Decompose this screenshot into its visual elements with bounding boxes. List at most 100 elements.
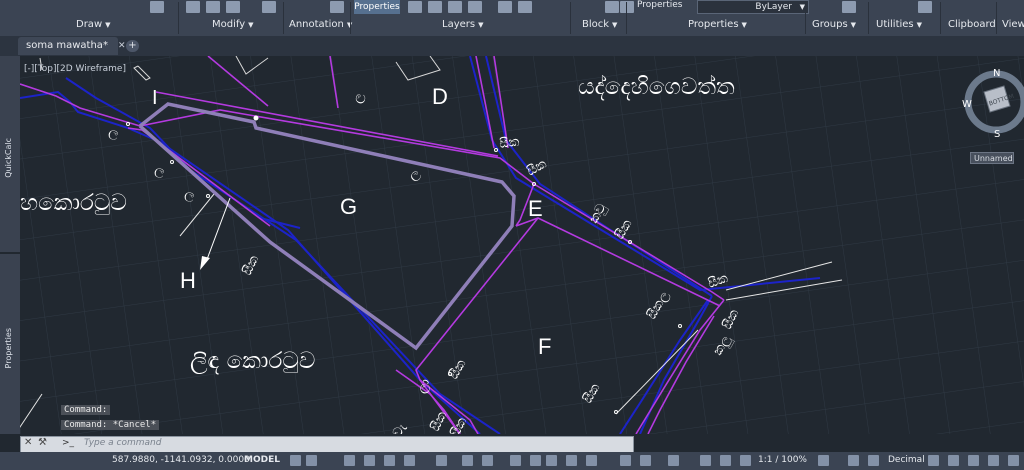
panel-label: Modify bbox=[212, 19, 246, 30]
parcel-letter: G bbox=[340, 194, 357, 219]
ribbon-icon-row bbox=[0, 0, 1024, 16]
document-tab[interactable]: soma mawatha* ✕ bbox=[18, 37, 126, 55]
model-space-button[interactable]: MODEL bbox=[244, 455, 280, 465]
panel-layers[interactable]: Layers ▼ bbox=[442, 19, 483, 30]
calculator-icon[interactable] bbox=[918, 1, 932, 13]
ribbon-divider bbox=[996, 2, 997, 34]
annotation-left: හකොරටුව bbox=[20, 190, 127, 216]
dynamic-ucs-icon[interactable] bbox=[586, 455, 597, 466]
ribbon-divider bbox=[626, 2, 627, 34]
selection-cycling-icon[interactable] bbox=[546, 455, 557, 466]
panel-annotation[interactable]: Annotation▼ bbox=[289, 19, 352, 30]
annotation-monitor-icon[interactable] bbox=[700, 455, 711, 466]
panel-properties[interactable]: Properties ▼ bbox=[688, 19, 747, 30]
drawing-canvas[interactable]: D E F G H I යද්දෙහිගෙවත්ත හකොරටුව ලිඳ කො… bbox=[20, 56, 1024, 434]
panel-utilities[interactable]: Utilities ▼ bbox=[876, 19, 922, 30]
panel-clipboard[interactable]: Clipboard bbox=[948, 19, 996, 30]
table-icon[interactable] bbox=[330, 1, 344, 13]
compass-north: N bbox=[993, 68, 1000, 79]
properties-palette-label: Properties bbox=[4, 328, 13, 369]
layer-off-icon[interactable] bbox=[408, 1, 422, 13]
drawing-svg[interactable]: D E F G H I යද්දෙහිගෙවත්ත හකොරටුව ලිඳ කො… bbox=[20, 56, 1024, 434]
command-prompt-icon: >_ bbox=[62, 438, 75, 448]
panel-modify[interactable]: Modify ▼ bbox=[212, 19, 254, 30]
text-icon[interactable] bbox=[262, 1, 276, 13]
object-snap-tracking-icon[interactable] bbox=[462, 455, 473, 466]
transparency-icon[interactable] bbox=[530, 455, 541, 466]
quick-properties-icon[interactable] bbox=[948, 455, 959, 466]
layer-lock-icon[interactable] bbox=[448, 1, 462, 13]
select-icon[interactable] bbox=[842, 1, 856, 13]
annotation-scale-icon[interactable] bbox=[740, 455, 751, 466]
grid-icon[interactable] bbox=[290, 455, 301, 466]
annotation-top-right: යද්දෙහිගෙවත්ත bbox=[578, 74, 735, 100]
snap-icon[interactable] bbox=[306, 455, 317, 466]
lock-ui-icon[interactable] bbox=[968, 455, 979, 466]
layer-properties-button[interactable]: Properties bbox=[354, 0, 400, 14]
linetype-value: ByLayer bbox=[755, 2, 792, 12]
parcel-letter: H bbox=[180, 268, 196, 293]
panel-draw[interactable]: Draw ▼ bbox=[76, 19, 111, 30]
3d-osnap-icon[interactable] bbox=[566, 455, 577, 466]
hardware-acceleration-icon[interactable] bbox=[868, 455, 879, 466]
layer-uniso-icon[interactable] bbox=[518, 1, 532, 13]
viewport-controls[interactable]: [-][Top][2D Wireframe] bbox=[24, 64, 126, 74]
rectangle-icon[interactable] bbox=[150, 1, 164, 13]
layer-iso-icon[interactable] bbox=[498, 1, 512, 13]
linetype-dropdown[interactable]: ByLayer ▼ bbox=[697, 0, 809, 14]
quickcalc-palette[interactable]: QuickCalc bbox=[0, 56, 21, 252]
compass-south: S bbox=[994, 129, 1000, 140]
copy-icon[interactable] bbox=[206, 1, 220, 13]
move-icon[interactable] bbox=[186, 1, 200, 13]
panel-groups[interactable]: Groups ▼ bbox=[812, 19, 856, 30]
annotation-label: සීක bbox=[498, 134, 520, 152]
match-properties-icon[interactable] bbox=[620, 1, 634, 13]
wrench-icon[interactable]: ⚒ bbox=[38, 437, 47, 448]
polar-icon[interactable] bbox=[404, 455, 415, 466]
grid-overlay bbox=[20, 56, 1024, 434]
isodraft-icon[interactable] bbox=[436, 455, 447, 466]
properties-palette[interactable]: Properties bbox=[0, 254, 21, 434]
ribbon-divider bbox=[805, 2, 806, 34]
chevron-down-icon[interactable] bbox=[928, 455, 939, 466]
gear-icon[interactable] bbox=[818, 455, 829, 466]
chevron-down-icon: ▼ bbox=[612, 21, 618, 29]
properties-label: Properties bbox=[637, 0, 683, 10]
layer-match-icon[interactable] bbox=[468, 1, 482, 13]
ortho-icon[interactable] bbox=[384, 455, 395, 466]
panel-block[interactable]: Block ▼ bbox=[582, 19, 617, 30]
panel-label: Utilities bbox=[876, 19, 914, 30]
lineweight-icon[interactable] bbox=[510, 455, 521, 466]
ribbon-divider bbox=[570, 2, 571, 34]
object-snap-icon[interactable] bbox=[482, 455, 493, 466]
panel-label: Annotation bbox=[289, 19, 344, 30]
quickcalc-label: QuickCalc bbox=[4, 138, 13, 178]
command-input[interactable]: Type a command bbox=[84, 438, 161, 448]
close-icon[interactable]: ✕ bbox=[24, 437, 32, 448]
panel-view[interactable]: View bbox=[1002, 19, 1024, 30]
layer-freeze-icon[interactable] bbox=[428, 1, 442, 13]
infer-icon[interactable] bbox=[344, 455, 355, 466]
selection-filter-icon[interactable] bbox=[620, 455, 631, 466]
new-tab-button[interactable]: + bbox=[126, 40, 139, 52]
ucs-dropdown[interactable]: Unnamed bbox=[970, 152, 1014, 164]
close-icon[interactable]: ✕ bbox=[118, 37, 126, 55]
annotation-scale-value[interactable]: 1:1 / 100% bbox=[758, 455, 807, 465]
add-icon[interactable] bbox=[848, 455, 859, 466]
insert-block-icon[interactable] bbox=[605, 1, 619, 13]
auto-scale-icon[interactable] bbox=[720, 455, 731, 466]
annotation-visibility-icon[interactable] bbox=[668, 455, 679, 466]
stretch-icon[interactable] bbox=[226, 1, 240, 13]
dynamic-input-icon[interactable] bbox=[364, 455, 375, 466]
gizmo-icon[interactable] bbox=[640, 455, 651, 466]
ribbon-divider bbox=[940, 2, 941, 34]
panel-label: View bbox=[1002, 19, 1024, 30]
chevron-down-icon: ▼ bbox=[850, 21, 857, 29]
chevron-down-icon: ▼ bbox=[741, 21, 747, 29]
coordinates-readout[interactable]: 587.9880, -1141.0932, 0.0000 bbox=[112, 455, 250, 465]
ribbon-divider bbox=[868, 2, 869, 34]
customization-icon[interactable] bbox=[1008, 455, 1019, 466]
units-dropdown[interactable]: Decimal bbox=[888, 455, 925, 465]
parcel-letter: E bbox=[528, 196, 543, 221]
isolate-objects-icon[interactable] bbox=[988, 455, 999, 466]
